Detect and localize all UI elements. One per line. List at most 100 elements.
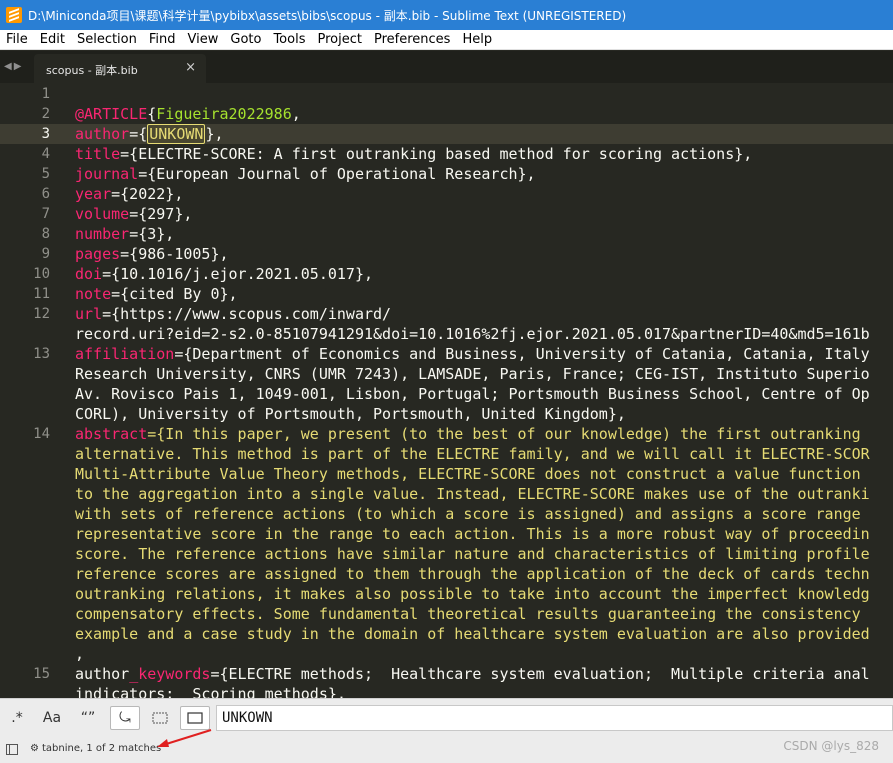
status-message: tabnine, 1 of 2 matches xyxy=(41,743,162,754)
code-line[interactable]: reference scores are assigned to them th… xyxy=(0,564,893,584)
code-token: indicators; Scoring methods}, xyxy=(75,685,346,698)
code-token: doi xyxy=(75,265,103,283)
code-token: year xyxy=(75,185,112,203)
code-line[interactable]: 4 title={ELECTRE-SCORE: A first outrankin… xyxy=(0,144,893,164)
line-content: reference scores are assigned to them th… xyxy=(75,564,870,584)
code-line[interactable]: Research University, CNRS (UMR 7243), LA… xyxy=(0,364,893,384)
code-line[interactable]: 8 number={3}, xyxy=(0,224,893,244)
menu-tools[interactable]: Tools xyxy=(267,30,311,50)
code-token: Research University, CNRS (UMR 7243), LA… xyxy=(75,365,870,383)
tab-nav-arrows-icon[interactable]: ◀▶ xyxy=(4,61,23,72)
case-sensitive-toggle-button[interactable]: Aa xyxy=(38,706,66,730)
code-line[interactable]: representative score in the range to eac… xyxy=(0,524,893,544)
code-line[interactable]: 1 xyxy=(0,84,893,104)
code-line[interactable]: 14 abstract={In this paper, we present (t… xyxy=(0,424,893,444)
code-editor[interactable]: 1 2 @ARTICLE{Figueira2022986, 3 author={UNKO… xyxy=(0,83,893,698)
line-number: 15 xyxy=(33,666,50,682)
code-line[interactable]: 9 pages={986-1005}, xyxy=(0,244,893,264)
menu-view[interactable]: View xyxy=(182,30,225,50)
code-token: author xyxy=(75,125,130,143)
code-line[interactable]: example and a case study in the domain o… xyxy=(0,624,893,644)
tab-scopus-bib[interactable]: scopus - 副本.bib × xyxy=(34,54,206,83)
find-input[interactable]: UNKOWN xyxy=(216,705,893,731)
line-number: 10 xyxy=(33,266,50,282)
wrap-toggle-button[interactable]: ⤿ xyxy=(110,706,140,730)
menu-find[interactable]: Find xyxy=(143,30,182,50)
code-line[interactable]: 6 year={2022}, xyxy=(0,184,893,204)
code-line[interactable]: CORL), University of Portsmouth, Portsmo… xyxy=(0,404,893,424)
line-content: Multi-Attribute Value Theory methods, EL… xyxy=(75,464,861,484)
code-line[interactable]: indicators; Scoring methods}, xyxy=(0,684,893,698)
code-line[interactable]: 2 @ARTICLE{Figueira2022986, xyxy=(0,104,893,124)
line-content: outranking relations, it makes also poss… xyxy=(75,584,870,604)
line-content: url={https://www.scopus.com/inward/ xyxy=(75,304,391,324)
whole-word-toggle-button[interactable]: “” xyxy=(74,706,102,730)
code-line[interactable]: score. The reference actions have simila… xyxy=(0,544,893,564)
menu-project[interactable]: Project xyxy=(311,30,367,50)
code-token: example and a case study in the domain o… xyxy=(75,625,870,643)
code-line[interactable]: 11 note={cited By 0}, xyxy=(0,284,893,304)
code-token: title xyxy=(75,145,121,163)
menu-goto[interactable]: Goto xyxy=(224,30,267,50)
line-content: journal={European Journal of Operational… xyxy=(75,164,536,184)
regex-toggle-button[interactable]: .* xyxy=(4,706,30,730)
code-line[interactable]: 5 journal={European Journal of Operationa… xyxy=(0,164,893,184)
search-match-highlight: UNKOWN xyxy=(147,124,206,144)
tab-label: scopus - 副本.bib xyxy=(46,64,138,77)
line-content: note={cited By 0}, xyxy=(75,284,238,304)
code-token: ={https://www.scopus.com/inward/ xyxy=(102,305,392,323)
code-token: ={297}, xyxy=(129,205,193,223)
code-token: abstract xyxy=(75,425,148,443)
close-icon[interactable]: × xyxy=(185,60,196,75)
code-line[interactable]: record.uri?eid=2-s2.0-85107941291&doi=10… xyxy=(0,324,893,344)
sidebar-toggle-icon[interactable] xyxy=(6,744,18,755)
code-line[interactable]: 7 volume={297}, xyxy=(0,204,893,224)
line-number: 13 xyxy=(33,346,50,362)
code-token: ={Department of Economics and Business, … xyxy=(174,345,870,363)
menu-selection[interactable]: Selection xyxy=(71,30,143,50)
window-title: D:\Miniconda项目\课题\科学计量\pybibx\assets\bib… xyxy=(28,8,627,23)
code-line[interactable]: 10 doi={10.1016/j.ejor.2021.05.017}, xyxy=(0,264,893,284)
line-number: 5 xyxy=(41,166,50,182)
code-line[interactable]: Multi-Attribute Value Theory methods, EL… xyxy=(0,464,893,484)
line-content: indicators; Scoring methods}, xyxy=(75,684,346,698)
menu-preferences[interactable]: Preferences xyxy=(368,30,456,50)
line-content: record.uri?eid=2-s2.0-85107941291&doi=10… xyxy=(75,324,870,344)
gear-icon: ⚙ xyxy=(30,743,39,754)
code-token: Av. Rovisco Pais 1, 1049-001, Lisbon, Po… xyxy=(75,385,870,403)
line-number: 8 xyxy=(41,226,50,242)
code-token: volume xyxy=(75,205,130,223)
code-token: CORL), University of Portsmouth, Portsmo… xyxy=(75,405,626,423)
line-number: 2 xyxy=(41,106,50,122)
line-number: 11 xyxy=(33,286,50,302)
in-selection-toggle-button[interactable] xyxy=(146,706,174,730)
highlight-matches-toggle-button[interactable] xyxy=(180,706,210,730)
code-line[interactable]: Av. Rovisco Pais 1, 1049-001, Lisbon, Po… xyxy=(0,384,893,404)
line-number: 4 xyxy=(41,146,50,162)
code-token: number xyxy=(75,225,130,243)
line-content: Research University, CNRS (UMR 7243), LA… xyxy=(75,364,870,384)
line-content: score. The reference actions have simila… xyxy=(75,544,870,564)
code-line[interactable]: outranking relations, it makes also poss… xyxy=(0,584,893,604)
code-line[interactable]: , xyxy=(0,644,893,664)
highlight-matches-icon xyxy=(187,712,203,724)
status-bar: ⚙ tabnine, 1 of 2 matches CSDN @lys_828 xyxy=(0,736,893,763)
code-line[interactable]: 15 author_keywords={ELECTRE methods; Heal… xyxy=(0,664,893,684)
code-token: ={ELECTRE methods; Healthcare system eva… xyxy=(210,665,870,683)
menu-file[interactable]: File xyxy=(0,30,34,50)
code-line[interactable]: 3 author={UNKOWN}, xyxy=(0,124,893,144)
menu-help[interactable]: Help xyxy=(456,30,498,50)
code-token: url xyxy=(75,305,103,323)
line-number: 6 xyxy=(41,186,50,202)
menu-edit[interactable]: Edit xyxy=(34,30,71,50)
code-token: ={In this paper, we present (to the best… xyxy=(147,425,861,443)
code-line[interactable]: to the aggregation into a single value. … xyxy=(0,484,893,504)
line-content: pages={986-1005}, xyxy=(75,244,229,264)
line-content: volume={297}, xyxy=(75,204,192,224)
code-line[interactable]: with sets of reference actions (to which… xyxy=(0,504,893,524)
code-line[interactable]: compensatory effects. Some fundamental t… xyxy=(0,604,893,624)
code-line[interactable]: 12 url={https://www.scopus.com/inward/ xyxy=(0,304,893,324)
code-token: ={3}, xyxy=(129,225,175,243)
code-line[interactable]: alternative. This method is part of the … xyxy=(0,444,893,464)
code-line[interactable]: 13 affiliation={Department of Economics a… xyxy=(0,344,893,364)
